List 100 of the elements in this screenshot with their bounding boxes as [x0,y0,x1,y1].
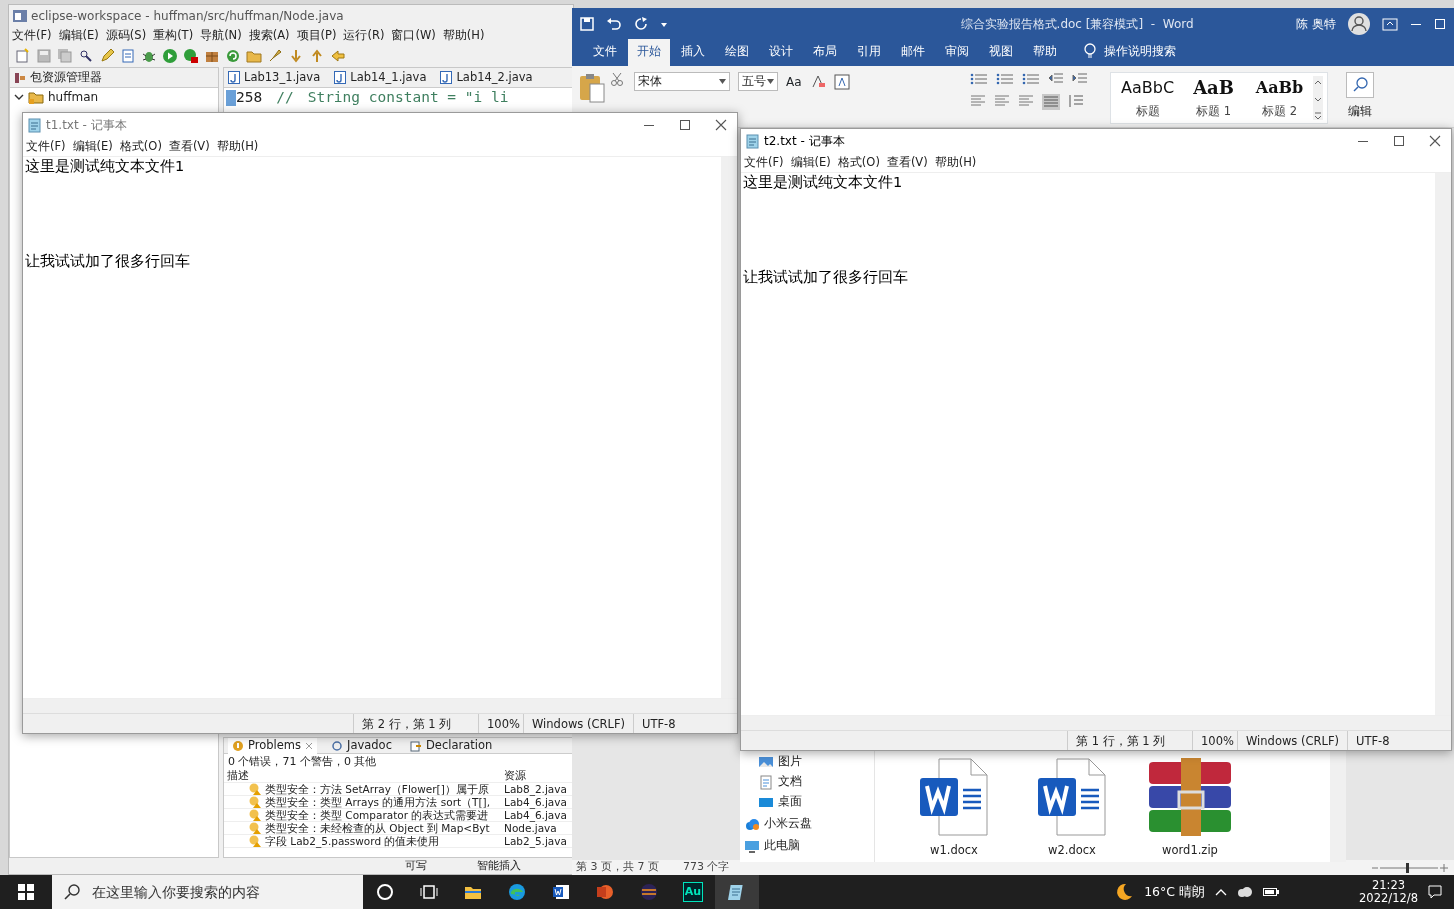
menu-item[interactable]: 源码(S) [105,27,147,45]
multilevel-list-icon[interactable] [1021,72,1040,86]
lightbulb-icon[interactable] [1084,43,1096,59]
ribbon-display-icon[interactable] [1382,17,1398,31]
moon-icon[interactable] [1114,882,1135,902]
battery-icon[interactable] [1263,887,1280,897]
maximize-icon[interactable] [679,119,691,131]
style-option[interactable]: AaBbC 标题 [1114,76,1181,120]
change-case-button[interactable]: Aa [786,72,802,91]
arrow-up-icon[interactable] [309,48,325,64]
word-document-icon[interactable] [1037,758,1107,836]
search-icon[interactable] [1345,72,1374,98]
search-field[interactable]: 在这里输入你要搜索的内容 [52,875,363,909]
maximize-icon[interactable] [1393,135,1405,147]
editor-tab[interactable]: Lab14_1.java [350,68,427,87]
ribbon-tab[interactable]: 邮件 [892,39,934,66]
justify-icon[interactable] [1041,94,1060,110]
task-view-icon[interactable] [420,883,438,901]
clock-date[interactable]: 2022/12/8 [1359,892,1418,905]
menu-item[interactable]: 文件(F) [744,153,784,172]
menu-item[interactable]: 格式(O) [837,153,880,172]
menu-item[interactable]: 重构(T) [153,27,194,45]
customize-icon[interactable] [660,20,668,28]
redo-icon[interactable] [634,17,648,31]
style-option[interactable]: AaBb 标题 2 [1246,76,1313,120]
user-name[interactable]: 陈 奥特 [1296,15,1336,33]
menu-item[interactable]: 运行(R) [343,27,385,45]
font-dropdown[interactable]: 宋体 [634,72,730,91]
ribbon-tab[interactable]: 绘图 [716,39,758,66]
gallery-scroll-icon[interactable] [1312,76,1323,120]
ribbon-tab[interactable]: 设计 [760,39,802,66]
run-stop-icon[interactable] [183,48,199,64]
chevron-down-icon[interactable] [14,92,24,102]
back-arrow-icon[interactable] [330,48,346,64]
ribbon-tab[interactable]: 视图 [980,39,1022,66]
eclipse-app-icon[interactable] [640,883,658,901]
menu-item[interactable]: 格式(O) [119,137,162,156]
computer-icon[interactable] [744,838,760,854]
menu-item[interactable]: 帮助(H) [216,137,259,156]
undo-icon[interactable] [606,17,622,31]
menu-item[interactable]: 编辑(E) [72,137,113,156]
arrow-down-icon[interactable] [288,48,304,64]
menu-item[interactable]: 搜索(A) [248,27,290,45]
chevron-up-icon[interactable] [1215,888,1228,896]
ribbon-tab[interactable]: 开始 [628,39,670,66]
menu-item[interactable]: 窗口(W) [391,27,436,45]
horizontal-scrollbar[interactable] [23,698,737,713]
notification-icon[interactable] [1428,885,1442,899]
ribbon-tab[interactable]: 审阅 [936,39,978,66]
horizontal-scrollbar[interactable] [741,715,1451,730]
editing-button[interactable]: 编辑 [1347,102,1372,120]
presentation-app-icon[interactable] [596,883,614,901]
editor-tab[interactable]: Lab13_1.java [244,68,321,87]
cortana-icon[interactable] [376,883,394,901]
ribbon-tab[interactable]: 文件 [584,39,626,66]
bullet-list-icon[interactable] [969,72,988,86]
brush-icon[interactable] [267,48,283,64]
menu-item[interactable]: 编辑(E) [790,153,831,172]
browser-icon[interactable] [508,883,526,901]
numbered-list-icon[interactable] [995,72,1014,86]
column-header[interactable]: 描述 [224,769,502,782]
vertical-scrollbar[interactable] [1330,750,1346,862]
ribbon-tab[interactable]: 布局 [804,39,846,66]
refresh-icon[interactable] [225,48,241,64]
run-icon[interactable] [162,48,178,64]
file-name[interactable]: word1.zip [1162,842,1218,860]
word-document-icon[interactable] [919,758,989,836]
audio-app-button[interactable]: Au [683,882,703,902]
menu-item[interactable]: 帮助(H) [442,27,485,45]
pencil-icon[interactable] [99,48,115,64]
menu-item[interactable]: 编辑(E) [58,27,99,45]
books-with-belt-icon[interactable] [1147,758,1233,836]
nav-item[interactable]: 小米云盘 [764,815,812,833]
increase-indent-icon[interactable] [1071,72,1088,86]
clear-format-icon[interactable] [809,73,826,90]
menu-item[interactable]: 文件(F) [12,27,52,45]
close-icon[interactable] [715,119,727,131]
vertical-scrollbar[interactable] [721,157,737,698]
file-name[interactable]: w1.docx [930,842,978,860]
picture-frame-icon[interactable] [758,754,774,770]
tell-me-search[interactable]: 操作说明搜索 [1104,42,1176,60]
border-box-icon[interactable] [833,73,850,90]
size-dropdown[interactable]: 五号 [738,72,778,91]
zoom-slider-icon[interactable] [1370,861,1450,874]
nav-item[interactable]: 文档 [778,773,802,791]
problems-tab[interactable]: Javadoc [327,738,396,755]
menu-item[interactable]: 帮助(H) [934,153,977,172]
ribbon-tab[interactable]: 帮助 [1024,39,1066,66]
problems-tab[interactable]: Problems [228,738,317,755]
word-app-icon[interactable] [552,883,570,901]
problems-tab[interactable]: Declaration [405,738,497,755]
tree-item[interactable]: huffman [48,88,99,106]
decrease-indent-icon[interactable] [1047,72,1064,86]
menu-item[interactable]: 导航(N) [200,27,242,45]
menu-item[interactable]: 查看(V) [886,153,928,172]
cut-icon[interactable] [610,72,624,86]
avatar-icon[interactable] [1348,13,1370,35]
style-option[interactable]: AaB 标题 1 [1180,76,1247,120]
notepad-app-icon[interactable] [728,883,746,901]
close-icon[interactable] [1429,135,1441,147]
